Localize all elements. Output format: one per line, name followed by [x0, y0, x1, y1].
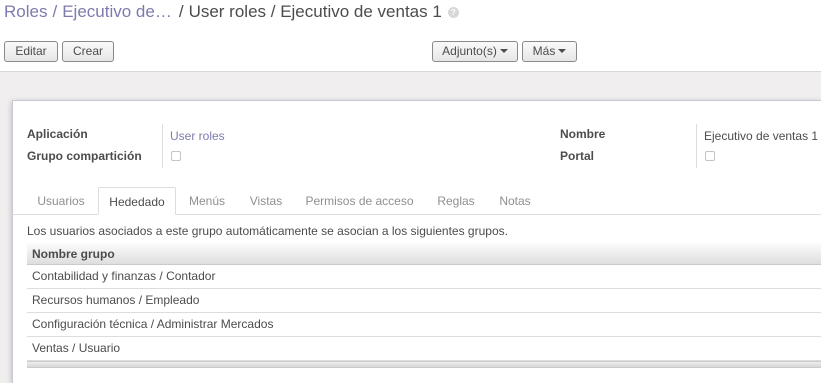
breadcrumb-roles-link[interactable]: Roles — [4, 2, 47, 22]
tab-menus[interactable]: Menús — [180, 187, 234, 215]
table-row[interactable]: Recursos humanos / Empleado — [27, 289, 821, 313]
share-group-label: Grupo compartición — [27, 149, 142, 163]
breadcrumb-separator: / — [52, 2, 58, 21]
tab-notas[interactable]: Notas — [490, 187, 540, 215]
attachments-dropdown-button[interactable]: Adjunto(s) — [432, 41, 518, 62]
portal-checkbox[interactable] — [705, 151, 715, 161]
create-button[interactable]: Crear — [62, 41, 114, 62]
breadcrumb: Roles / Ejecutivo de… / User roles / Eje… — [4, 2, 459, 22]
caret-down-icon — [558, 48, 567, 53]
tab-reglas[interactable]: Reglas — [428, 187, 484, 215]
tab-hededado[interactable]: Hededado — [98, 187, 176, 215]
field-divider — [162, 124, 163, 168]
more-label: Más — [532, 44, 556, 58]
inherited-description: Los usuarios asociados a este grupo auto… — [27, 224, 508, 238]
control-panel: Roles / Ejecutivo de… / User roles / Eje… — [0, 0, 821, 72]
table-row[interactable]: Ventas / Usuario — [27, 337, 821, 361]
breadcrumb-record-link[interactable]: Ejecutivo de… — [62, 2, 172, 22]
breadcrumb-current: User roles / Ejecutivo de ventas 1 — [188, 2, 442, 21]
help-icon[interactable]: ? — [447, 6, 459, 18]
application-link[interactable]: User roles — [170, 129, 225, 143]
tab-usuarios[interactable]: Usuarios — [27, 187, 95, 215]
table-footer — [27, 361, 821, 368]
tab-vistas[interactable]: Vistas — [241, 187, 291, 215]
name-value: Ejecutivo de ventas 1 — [704, 129, 819, 143]
portal-label: Portal — [560, 149, 595, 163]
tab-permisos-de-acceso[interactable]: Permisos de acceso — [298, 187, 421, 215]
caret-down-icon — [499, 48, 508, 53]
column-header-group-name[interactable]: Nombre grupo — [27, 243, 821, 265]
table-row[interactable]: Configuración técnica / Administrar Merc… — [27, 313, 821, 337]
share-group-checkbox[interactable] — [171, 151, 181, 161]
table-row[interactable]: Contabilidad y finanzas / Contador — [27, 265, 821, 289]
breadcrumb-separator: / — [178, 2, 184, 21]
attachments-label: Adjunto(s) — [442, 44, 497, 58]
edit-button[interactable]: Editar — [4, 41, 58, 62]
name-label: Nombre — [560, 127, 606, 141]
more-dropdown-button[interactable]: Más — [522, 41, 577, 62]
field-divider — [696, 124, 697, 168]
application-label: Aplicación — [27, 127, 88, 141]
